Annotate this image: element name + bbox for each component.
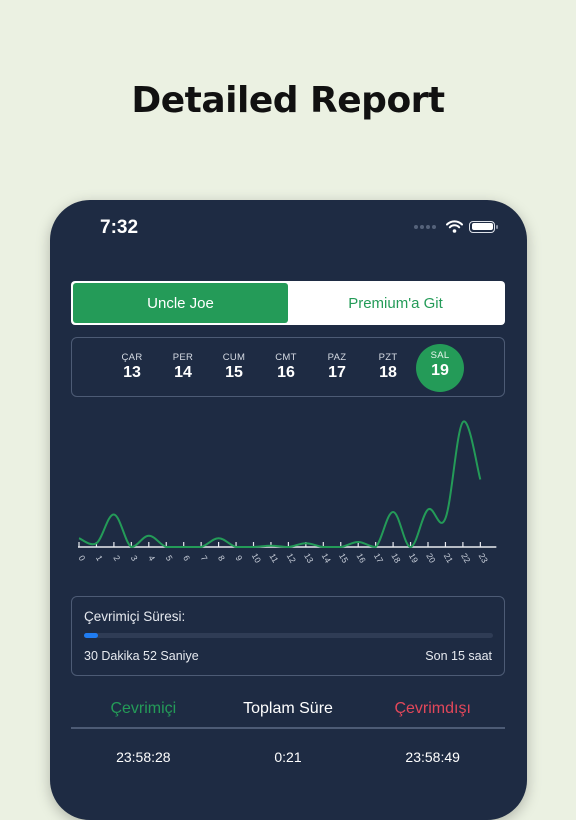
online-time-value: 30 Dakika 52 Saniye	[84, 649, 199, 663]
segment-user[interactable]: Uncle Joe	[73, 283, 288, 323]
x-tick-label: 15	[337, 551, 351, 564]
x-tick-label: 8	[216, 553, 227, 562]
x-tick-label: 18	[389, 551, 403, 564]
x-tick-label: 9	[234, 553, 245, 562]
online-time-card: Çevrimiçi Süresi: 30 Dakika 52 Saniye So…	[71, 596, 505, 676]
hourly-activity-chart: 0 1 2 3 4 5 6 7 8 9 10 11 12 13 14 15 16 17 18 19 20 21 22 23	[76, 420, 497, 565]
stats-online-header: Çevrimiçi	[110, 700, 177, 717]
day-item[interactable]: PAZ 17	[313, 346, 361, 394]
segment-premium[interactable]: Premium'a Git	[288, 283, 503, 323]
status-time: 7:32	[100, 217, 139, 238]
x-tick-label: 2	[111, 553, 122, 562]
x-tick-label: 0	[76, 553, 87, 562]
stats-header: Çevrimiçi Toplam Süre Çevrimdışı	[71, 700, 505, 726]
online-time-range: Son 15 saat	[425, 649, 492, 663]
day-item[interactable]: CUM 15	[210, 346, 258, 394]
x-tick-label: 22	[459, 551, 473, 564]
x-tick-label: 16	[355, 551, 369, 564]
day-item[interactable]: PER 14	[159, 346, 207, 394]
x-tick-label: 3	[129, 553, 140, 562]
day-selector: ÇAR 13 PER 14 CUM 15 CMT 16 PAZ 17 PZT 18 SAL 1…	[71, 337, 505, 397]
day-item-selected[interactable]: SAL 19	[416, 344, 464, 392]
online-progress-fill	[84, 633, 99, 638]
stats-total-header: Toplam Süre	[243, 700, 333, 717]
battery-icon	[469, 220, 498, 233]
user-segmented-control: Uncle Joe Premium'a Git	[71, 281, 505, 325]
x-tick-label: 21	[442, 551, 456, 564]
x-tick-label: 4	[146, 553, 157, 562]
stats-offline-header: Çevrimdışı	[394, 700, 471, 717]
stats-divider	[71, 727, 505, 729]
x-tick-label: 19	[407, 551, 421, 564]
day-item[interactable]: PZT 18	[364, 346, 412, 394]
x-tick-label: 10	[250, 551, 264, 564]
x-tick-label: 12	[285, 551, 299, 564]
series-line-online	[78, 420, 482, 548]
page-headline: Detailed Report	[131, 80, 445, 121]
x-tick-label: 11	[267, 552, 280, 565]
x-tick-label: 23	[477, 551, 491, 564]
phone-screen: 7:32 Uncle Joe Premium'a Git ÇAR 13 PER 14…	[50, 200, 527, 820]
x-tick-label: 17	[372, 551, 386, 564]
x-tick-label: 6	[181, 553, 192, 562]
stats-total-value: 0:21	[274, 749, 302, 765]
x-tick-label: 14	[320, 551, 334, 564]
x-tick-label: 20	[424, 551, 438, 564]
x-tick-label: 13	[302, 551, 316, 564]
day-item[interactable]: CMT 16	[262, 346, 310, 394]
wifi-icon	[446, 220, 463, 233]
online-time-label: Çevrimiçi Süresi:	[84, 609, 186, 624]
x-tick-label: 5	[164, 553, 175, 562]
day-item[interactable]: ÇAR 13	[108, 346, 156, 394]
stats-offline-value: 23:58:49	[405, 749, 460, 765]
stats-online-value: 23:58:28	[116, 749, 171, 765]
online-progress-track	[84, 633, 493, 638]
signal-dots-icon	[414, 224, 436, 229]
x-tick-label: 1	[94, 553, 105, 562]
x-tick-label: 7	[199, 553, 210, 562]
stats-values: 23:58:28 0:21 23:58:49	[71, 749, 505, 765]
status-icons	[414, 220, 498, 233]
